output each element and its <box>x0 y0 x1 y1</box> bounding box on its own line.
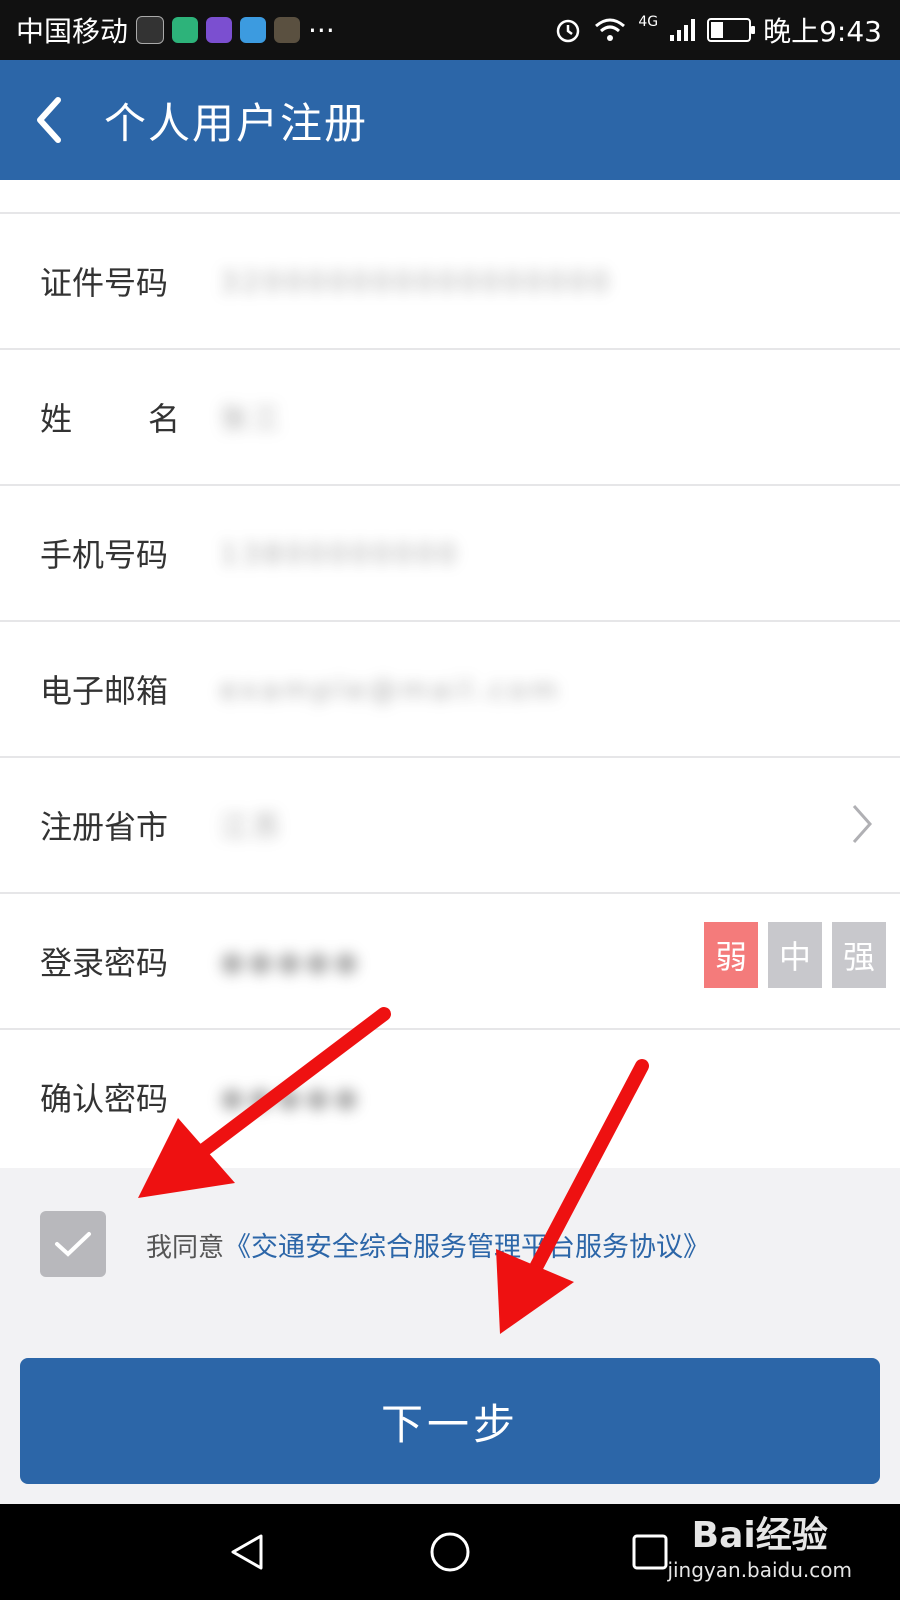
agreement-prefix: 我同意 <box>146 1232 225 1263</box>
agreement-link[interactable]: 《交通安全综合服务管理平台服务协议》 <box>224 1232 710 1263</box>
password-row[interactable]: 登录密码 ●●●●● 弱 中 强 <box>0 894 900 1030</box>
strength-weak: 弱 <box>704 922 758 988</box>
password-input[interactable]: ●●●●● <box>220 945 362 978</box>
watermark-url: jingyan.baidu.com <box>667 1558 852 1582</box>
strength-medium: 中 <box>768 922 822 988</box>
triangle-back-icon <box>231 1534 263 1570</box>
checkmark-icon <box>55 1232 91 1257</box>
more-notifications: ··· <box>308 13 335 47</box>
back-button[interactable] <box>8 60 88 180</box>
circle-home-icon <box>430 1532 470 1572</box>
phone-input[interactable]: 13800000000 <box>220 537 460 570</box>
confirm-password-input[interactable]: ●●●●● <box>220 1081 362 1114</box>
province-label: 注册省市 <box>40 808 169 846</box>
password-strength-meter: 弱 中 强 <box>704 922 886 988</box>
battery-icon <box>707 18 756 42</box>
signal-icon <box>670 19 696 41</box>
strength-strong: 强 <box>832 922 886 988</box>
chevron-left-icon <box>37 97 61 143</box>
password-label: 登录密码 <box>40 944 169 982</box>
phone-row[interactable]: 手机号码 13800000000 <box>0 486 900 622</box>
next-step-button[interactable]: 下一步 <box>20 1358 880 1484</box>
tiktok-app-icon <box>136 16 165 44</box>
id-number-row[interactable]: 证件号码 320000000000000000 <box>0 214 900 350</box>
name-label: 姓 名 <box>40 400 180 438</box>
baidu-jingyan-logo: Bai经验 <box>691 1515 828 1556</box>
agreement-checkbox[interactable] <box>40 1211 106 1277</box>
agreement-row: 我同意《交通安全综合服务管理平台服务协议》 <box>0 1200 900 1288</box>
id-number-label: 证件号码 <box>40 264 169 302</box>
registration-form: 证件号码 320000000000000000 姓 名 张三 手机号码 1380… <box>0 180 900 1168</box>
email-row[interactable]: 电子邮箱 example@mail.com <box>0 622 900 758</box>
camera-app-icon <box>274 17 301 43</box>
carrier-name: 中国移动 <box>16 15 129 48</box>
network-type: 4G <box>638 14 659 30</box>
province-row[interactable]: 注册省市 江苏 <box>0 758 900 894</box>
id-number-input[interactable]: 320000000000000000 <box>220 265 613 298</box>
video-app-icon <box>206 17 233 43</box>
wifi-icon <box>595 18 626 41</box>
nav-back-button[interactable] <box>202 1504 292 1600</box>
app-header: 个人用户注册 <box>0 60 900 180</box>
watermark: Bai经验 jingyan.baidu.com <box>667 1506 852 1582</box>
confirm-password-row[interactable]: 确认密码 ●●●●● <box>0 1030 900 1164</box>
status-bar: 中国移动 ··· 4G 晚上9:43 <box>0 0 900 60</box>
square-recents-icon <box>632 1534 668 1570</box>
page-title: 个人用户注册 <box>104 98 369 148</box>
name-row[interactable]: 姓 名 张三 <box>0 350 900 486</box>
email-input[interactable]: example@mail.com <box>220 673 561 706</box>
alarm-icon <box>557 19 580 43</box>
email-label: 电子邮箱 <box>40 672 169 710</box>
confirm-password-label: 确认密码 <box>40 1080 169 1118</box>
phone-label: 手机号码 <box>40 536 169 574</box>
telegram-app-icon <box>240 17 267 43</box>
meituan-app-icon <box>172 17 199 43</box>
chevron-right-icon <box>852 805 873 843</box>
clock: 晚上9:43 <box>763 15 882 48</box>
nav-home-button[interactable] <box>405 1504 495 1600</box>
name-input[interactable]: 张三 <box>220 397 284 437</box>
province-select[interactable]: 江苏 <box>220 805 284 845</box>
